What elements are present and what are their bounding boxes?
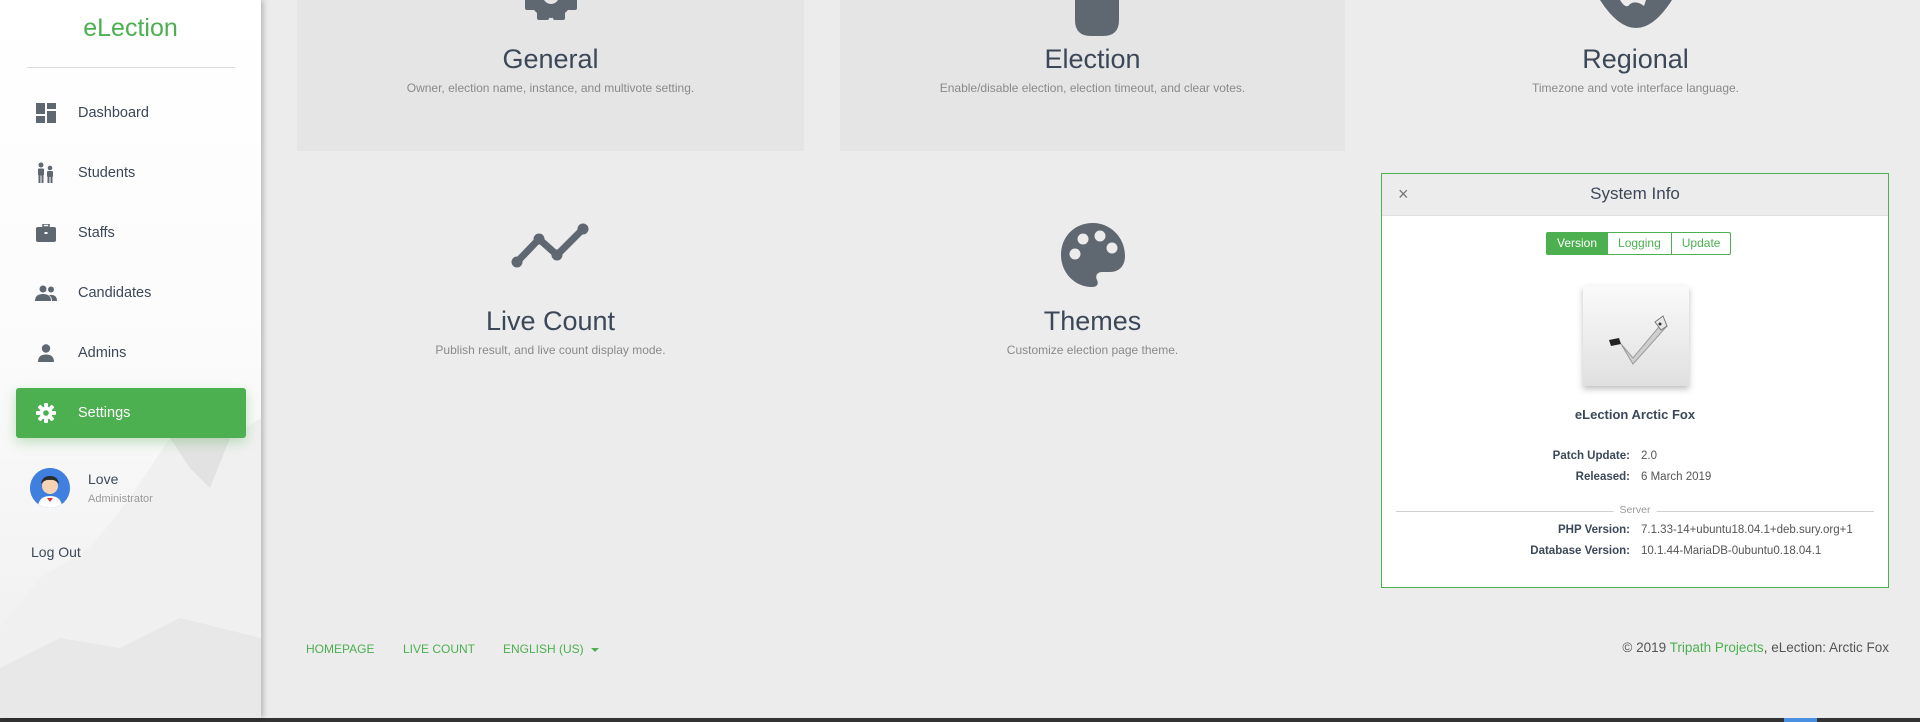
language-label: ENGLISH (US) xyxy=(503,642,584,656)
tab-update[interactable]: Update xyxy=(1670,232,1732,255)
footer-link-live-count[interactable]: LIVE COUNT xyxy=(403,642,475,656)
card-description: Enable/disable election, election timeou… xyxy=(939,81,1246,95)
product-name: eLection Arctic Fox xyxy=(1574,407,1696,422)
trending-line-icon xyxy=(511,222,591,273)
settings-card-themes[interactable]: Themes Customize election page theme. xyxy=(840,180,1345,380)
students-icon xyxy=(34,161,58,185)
settings-card-regional[interactable]: Regional Timezone and vote interface lan… xyxy=(1382,0,1889,151)
released-label: Released: xyxy=(1575,471,1630,483)
copyright: © 2019 Tripath Projects, eLection: Arcti… xyxy=(1622,640,1889,655)
sidebar-item-label: Admins xyxy=(78,345,127,361)
sidebar-item-admins[interactable]: Admins xyxy=(16,328,246,378)
pointer-hand-icon xyxy=(1067,0,1119,41)
sidebar-item-students[interactable]: Students xyxy=(16,148,246,198)
sidebar-item-label: Settings xyxy=(78,405,131,421)
product-logo xyxy=(1583,286,1689,386)
sidebar-item-label: Staffs xyxy=(78,225,115,241)
gear-icon xyxy=(519,0,583,31)
sidebar-item-label: Dashboard xyxy=(78,105,149,121)
language-dropdown[interactable]: ENGLISH (US) xyxy=(503,642,600,656)
copyright-suffix: , eLection: Arctic Fox xyxy=(1763,640,1889,655)
brand-divider xyxy=(27,67,235,68)
footer-link-homepage[interactable]: HOMEPAGE xyxy=(306,642,374,656)
system-info-title: System Info xyxy=(1590,184,1680,203)
sidebar: eLection Dashboard Students Staffs Candi… xyxy=(0,0,261,718)
system-info-header: × System Info xyxy=(1382,174,1888,216)
window-bottom-edge xyxy=(0,718,1920,722)
card-description: Owner, election name, instance, and mult… xyxy=(406,81,695,95)
sidebar-item-label: Candidates xyxy=(78,285,152,301)
caret-down-icon xyxy=(591,647,600,652)
user-role: Administrator xyxy=(88,493,153,505)
released-value: 6 March 2019 xyxy=(1641,471,1712,483)
database-version-value: 10.1.44-MariaDB-0ubuntu0.18.04.1 xyxy=(1641,545,1822,557)
palette-icon xyxy=(1060,222,1126,293)
card-title: Live Count xyxy=(485,306,616,336)
server-section-label: Server xyxy=(1613,504,1657,516)
php-version-value: 7.1.33-14+ubuntu18.04.1+deb.sury.org+1 xyxy=(1641,524,1853,536)
copyright-prefix: © 2019 xyxy=(1622,640,1670,655)
briefcase-icon xyxy=(34,221,58,245)
gear-icon xyxy=(34,401,58,425)
sidebar-item-candidates[interactable]: Candidates xyxy=(16,268,246,318)
sidebar-item-dashboard[interactable]: Dashboard xyxy=(16,88,246,138)
logout-link[interactable]: Log Out xyxy=(31,544,81,560)
tripath-projects-link[interactable]: Tripath Projects xyxy=(1670,640,1764,655)
user-profile[interactable]: Love Administrator xyxy=(30,468,153,508)
card-description: Customize election page theme. xyxy=(1006,343,1179,357)
card-title: Election xyxy=(1044,44,1141,74)
sidebar-item-label: Students xyxy=(78,165,136,181)
system-info-tabs: Version Logging Update xyxy=(1546,232,1732,255)
system-info-panel: × System Info Version Logging Update eLe… xyxy=(1381,173,1889,588)
card-description: Publish result, and live count display m… xyxy=(435,343,666,357)
user-name: Love xyxy=(88,471,119,487)
card-title: Themes xyxy=(1043,306,1142,336)
settings-card-live-count[interactable]: Live Count Publish result, and live coun… xyxy=(297,180,804,380)
card-title: Regional xyxy=(1582,44,1689,74)
settings-card-election[interactable]: Election Enable/disable election, electi… xyxy=(840,0,1345,151)
tab-version[interactable]: Version xyxy=(1546,232,1609,255)
php-version-label: PHP Version: xyxy=(1557,524,1630,536)
sidebar-item-staffs[interactable]: Staffs xyxy=(16,208,246,258)
patch-update-value: 2.0 xyxy=(1641,450,1657,462)
tab-logging[interactable]: Logging xyxy=(1607,232,1672,255)
candidates-icon xyxy=(34,281,58,305)
database-version-label: Database Version: xyxy=(1530,545,1630,557)
brand-logo[interactable]: eLection xyxy=(0,14,261,43)
patch-update-label: Patch Update: xyxy=(1552,450,1630,462)
settings-card-general[interactable]: General Owner, election name, instance, … xyxy=(297,0,804,151)
person-icon xyxy=(34,341,58,365)
dashboard-icon xyxy=(34,101,58,125)
card-title: General xyxy=(502,44,599,74)
sidebar-item-settings[interactable]: Settings xyxy=(16,388,246,438)
globe-icon xyxy=(1599,0,1672,33)
card-description: Timezone and vote interface language. xyxy=(1531,81,1740,95)
avatar xyxy=(30,468,70,508)
taskbar-accent xyxy=(1784,718,1817,722)
server-section-divider: Server xyxy=(1396,504,1874,518)
